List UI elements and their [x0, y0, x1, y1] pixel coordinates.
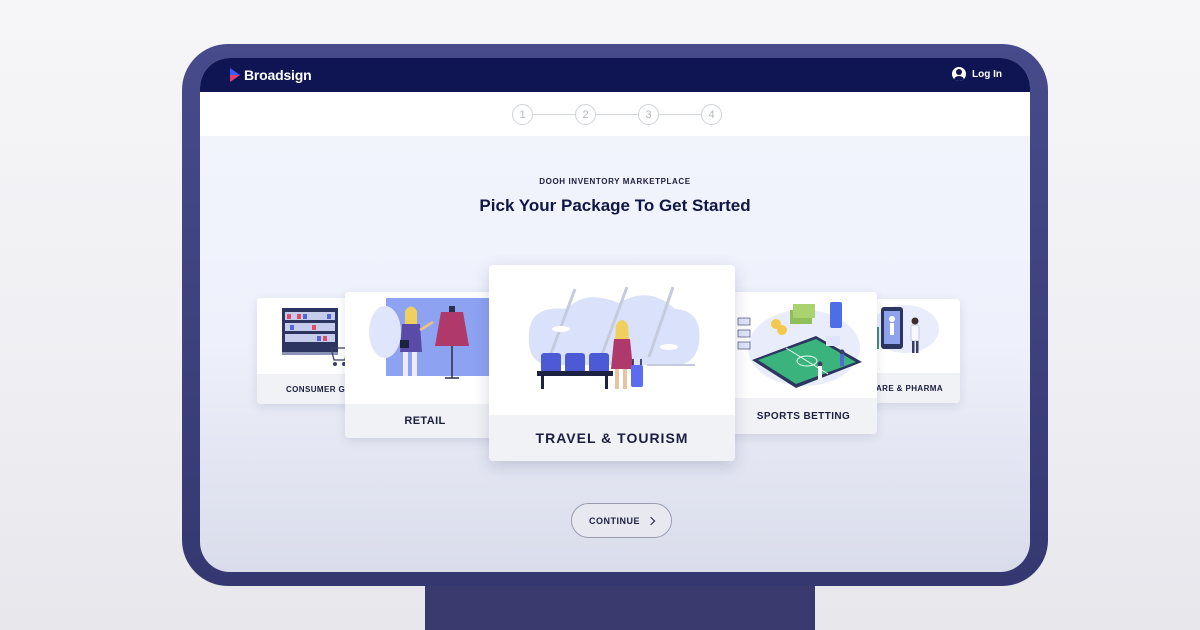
- package-card-travel-tourism[interactable]: TRAVEL & TOURISM: [489, 265, 735, 461]
- step-connector: [596, 114, 638, 115]
- broadsign-logo-icon: [230, 68, 240, 82]
- page-title: Pick Your Package To Get Started: [479, 196, 751, 215]
- package-card-consumer-goods[interactable]: CONSUMER GO: [257, 298, 357, 404]
- package-label: RETAIL: [345, 404, 505, 438]
- step-progress-bar: 1 2 3 4: [200, 92, 1030, 136]
- broadsign-logo[interactable]: Broadsign: [230, 67, 312, 83]
- airport-travel-illustration: [489, 265, 735, 415]
- package-label: CONSUMER GO: [257, 374, 357, 404]
- user-circle-icon: [952, 67, 966, 81]
- continue-button[interactable]: CONTINUE: [571, 503, 672, 538]
- section-eyebrow: DOOH INVENTORY MARKETPLACE: [539, 177, 691, 186]
- top-navigation-bar: Broadsign Log In: [200, 58, 1030, 92]
- step-4[interactable]: 4: [701, 104, 722, 125]
- retail-shopper-illustration: [345, 292, 505, 404]
- step-1[interactable]: 1: [512, 104, 533, 125]
- package-card-retail[interactable]: RETAIL: [345, 292, 505, 438]
- sports-betting-illustration: [730, 292, 877, 398]
- step-3[interactable]: 3: [638, 104, 659, 125]
- login-label: Log In: [972, 68, 1002, 80]
- chevron-right-icon: [646, 516, 656, 525]
- package-label: SPORTS BETTING: [730, 398, 877, 434]
- logo-text: Broadsign: [244, 67, 312, 83]
- package-card-sports-betting[interactable]: SPORTS BETTING: [730, 292, 877, 434]
- store-shelf-illustration: [257, 298, 357, 374]
- app-screen: Broadsign Log In 1 2 3 4 DOOH INVENTORY …: [200, 58, 1030, 572]
- monitor-stand: [425, 582, 815, 630]
- step-connector: [533, 114, 575, 115]
- package-label: TRAVEL & TOURISM: [489, 415, 735, 461]
- step-connector: [659, 114, 701, 115]
- stepper: 1 2 3 4: [512, 104, 722, 125]
- step-2[interactable]: 2: [575, 104, 596, 125]
- continue-label: CONTINUE: [589, 515, 640, 526]
- login-button[interactable]: Log In: [952, 67, 1002, 81]
